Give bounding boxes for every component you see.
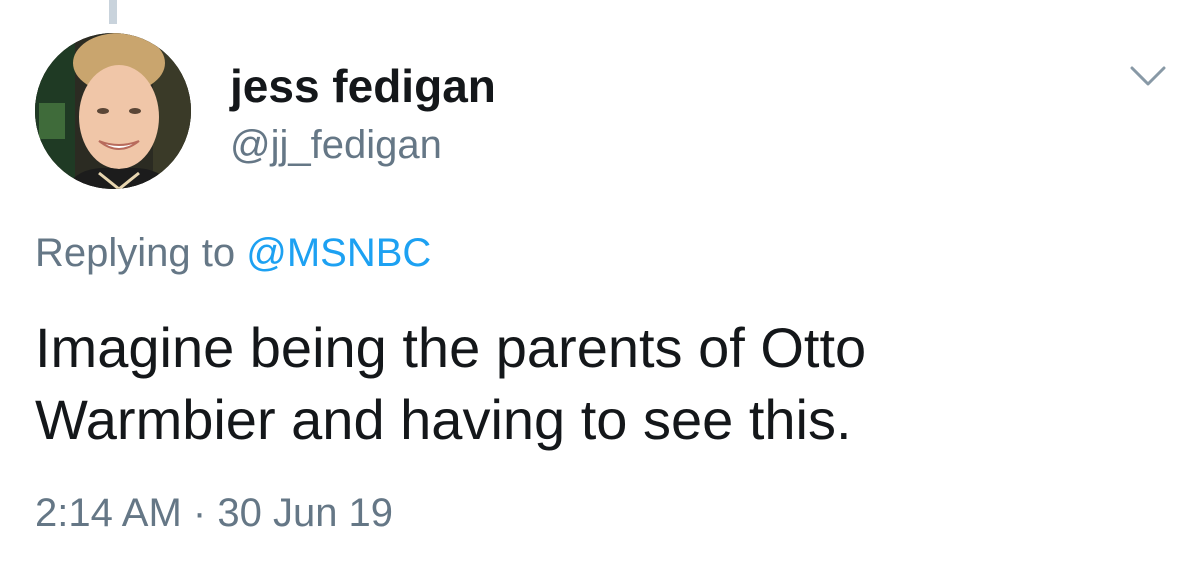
display-name[interactable]: jess fedigan [230,58,496,114]
tweet-date: 30 Jun 19 [217,491,394,535]
user-handle[interactable]: @jj_fedigan [230,120,496,170]
tweet-time: 2:14 AM [35,491,182,535]
avatar[interactable] [35,33,191,189]
tweet-text-line: Warmbier and having to see this. [35,388,852,451]
timestamp-separator: · [192,491,207,535]
reply-context: Replying to @MSNBC [35,228,431,278]
tweet-text: Imagine being the parents of Otto Warmbi… [35,312,1155,456]
avatar-image [35,33,191,189]
chevron-down-icon[interactable] [1126,58,1170,94]
timestamp[interactable]: 2:14 AM · 30 Jun 19 [35,488,393,538]
tweet-text-line: Imagine being the parents of Otto [35,316,867,379]
author-block[interactable]: jess fedigan @jj_fedigan [230,58,496,170]
thread-connector-line [109,0,117,24]
reply-prefix: Replying to [35,231,236,275]
tweet-card: jess fedigan @jj_fedigan Replying to @MS… [0,0,1200,568]
reply-mention-link[interactable]: @MSNBC [246,231,431,275]
